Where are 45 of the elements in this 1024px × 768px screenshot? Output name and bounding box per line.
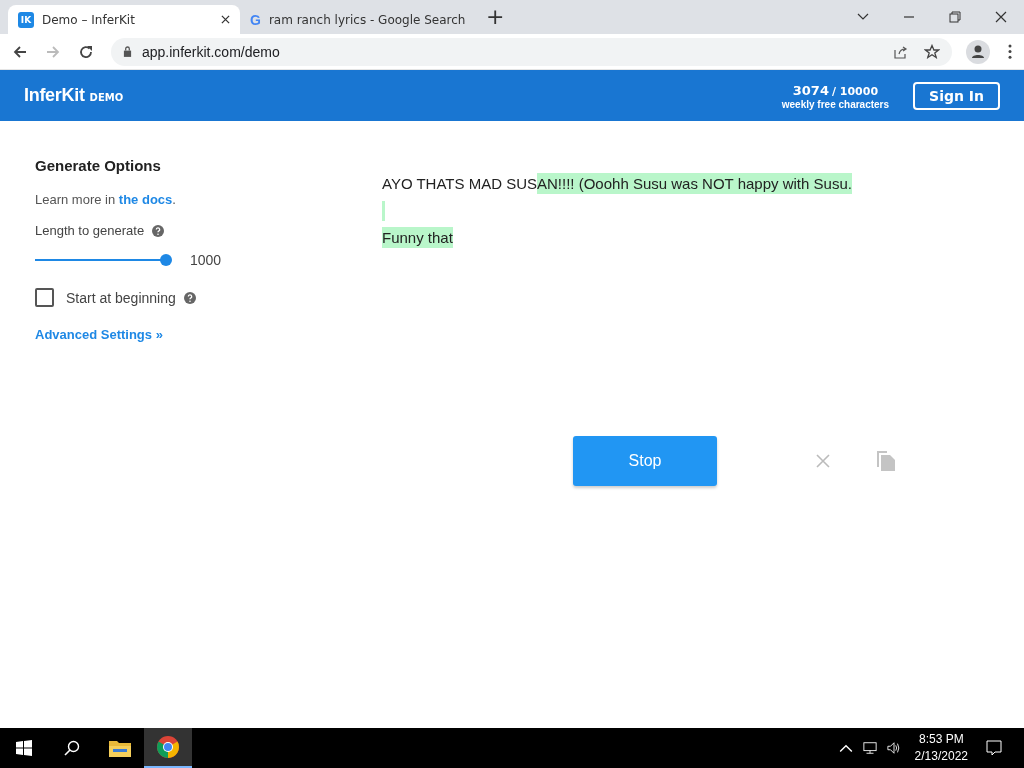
address-bar[interactable]: app.inferkit.com/demo bbox=[111, 37, 952, 66]
reload-icon[interactable] bbox=[78, 43, 94, 60]
clock-date[interactable]: 2/13/2022 bbox=[914, 748, 968, 765]
advanced-settings-link[interactable]: Advanced Settings » bbox=[35, 327, 163, 342]
checkbox[interactable] bbox=[35, 288, 54, 307]
prompt-text: AYO THATS MAD SUS bbox=[382, 175, 538, 192]
help-icon[interactable] bbox=[152, 224, 165, 237]
browser-tab[interactable]: G ram ranch lyrics - Google Search bbox=[240, 5, 472, 34]
demo-label: DEMO bbox=[89, 92, 124, 103]
browser-icon bbox=[156, 735, 180, 759]
length-slider[interactable] bbox=[35, 254, 172, 266]
length-label: Length to generate bbox=[35, 223, 145, 238]
browser-tab[interactable]: IK Demo – InferKit bbox=[8, 5, 240, 34]
character-limit: / 10000 bbox=[831, 84, 879, 98]
taskbar-app[interactable] bbox=[144, 728, 192, 768]
generated-text: AN!!!! (Ooohh Susu was NOT happy with Susu. bbox=[537, 173, 852, 194]
profile-icon[interactable] bbox=[966, 39, 990, 64]
back-icon[interactable] bbox=[12, 43, 28, 60]
close-icon[interactable] bbox=[221, 15, 230, 24]
docs-sentence: Learn more in the docs. bbox=[35, 192, 177, 207]
sign-in-button[interactable]: Sign In bbox=[913, 81, 1000, 110]
generated-text: Funny that bbox=[382, 227, 453, 248]
search-icon[interactable] bbox=[64, 740, 80, 756]
lock-icon bbox=[123, 46, 132, 57]
volume-icon[interactable] bbox=[886, 741, 901, 755]
clock-time[interactable]: 8:53 PM bbox=[918, 731, 964, 748]
notification-icon[interactable] bbox=[986, 740, 1002, 756]
start-icon[interactable] bbox=[16, 740, 32, 756]
checkbox-label: Start at beginning bbox=[66, 289, 176, 306]
options-title: Generate Options bbox=[35, 157, 162, 174]
site-icon: G bbox=[250, 11, 261, 28]
site-icon: IK bbox=[18, 11, 34, 28]
network-icon[interactable] bbox=[862, 741, 877, 755]
folder-icon bbox=[108, 738, 132, 758]
quota-caption: weekly free characters bbox=[781, 98, 890, 111]
logo[interactable]: InferKit bbox=[24, 85, 85, 106]
help-icon[interactable] bbox=[183, 291, 196, 304]
length-value: 1000 bbox=[190, 252, 222, 268]
close-icon[interactable] bbox=[995, 11, 1007, 23]
new-tab-button[interactable]: + bbox=[486, 6, 505, 28]
menu-icon[interactable] bbox=[1008, 44, 1012, 59]
slider-thumb[interactable] bbox=[160, 254, 172, 266]
star-icon[interactable] bbox=[924, 43, 940, 60]
character-count: 3074 bbox=[792, 82, 829, 98]
restore-icon[interactable] bbox=[949, 11, 961, 23]
